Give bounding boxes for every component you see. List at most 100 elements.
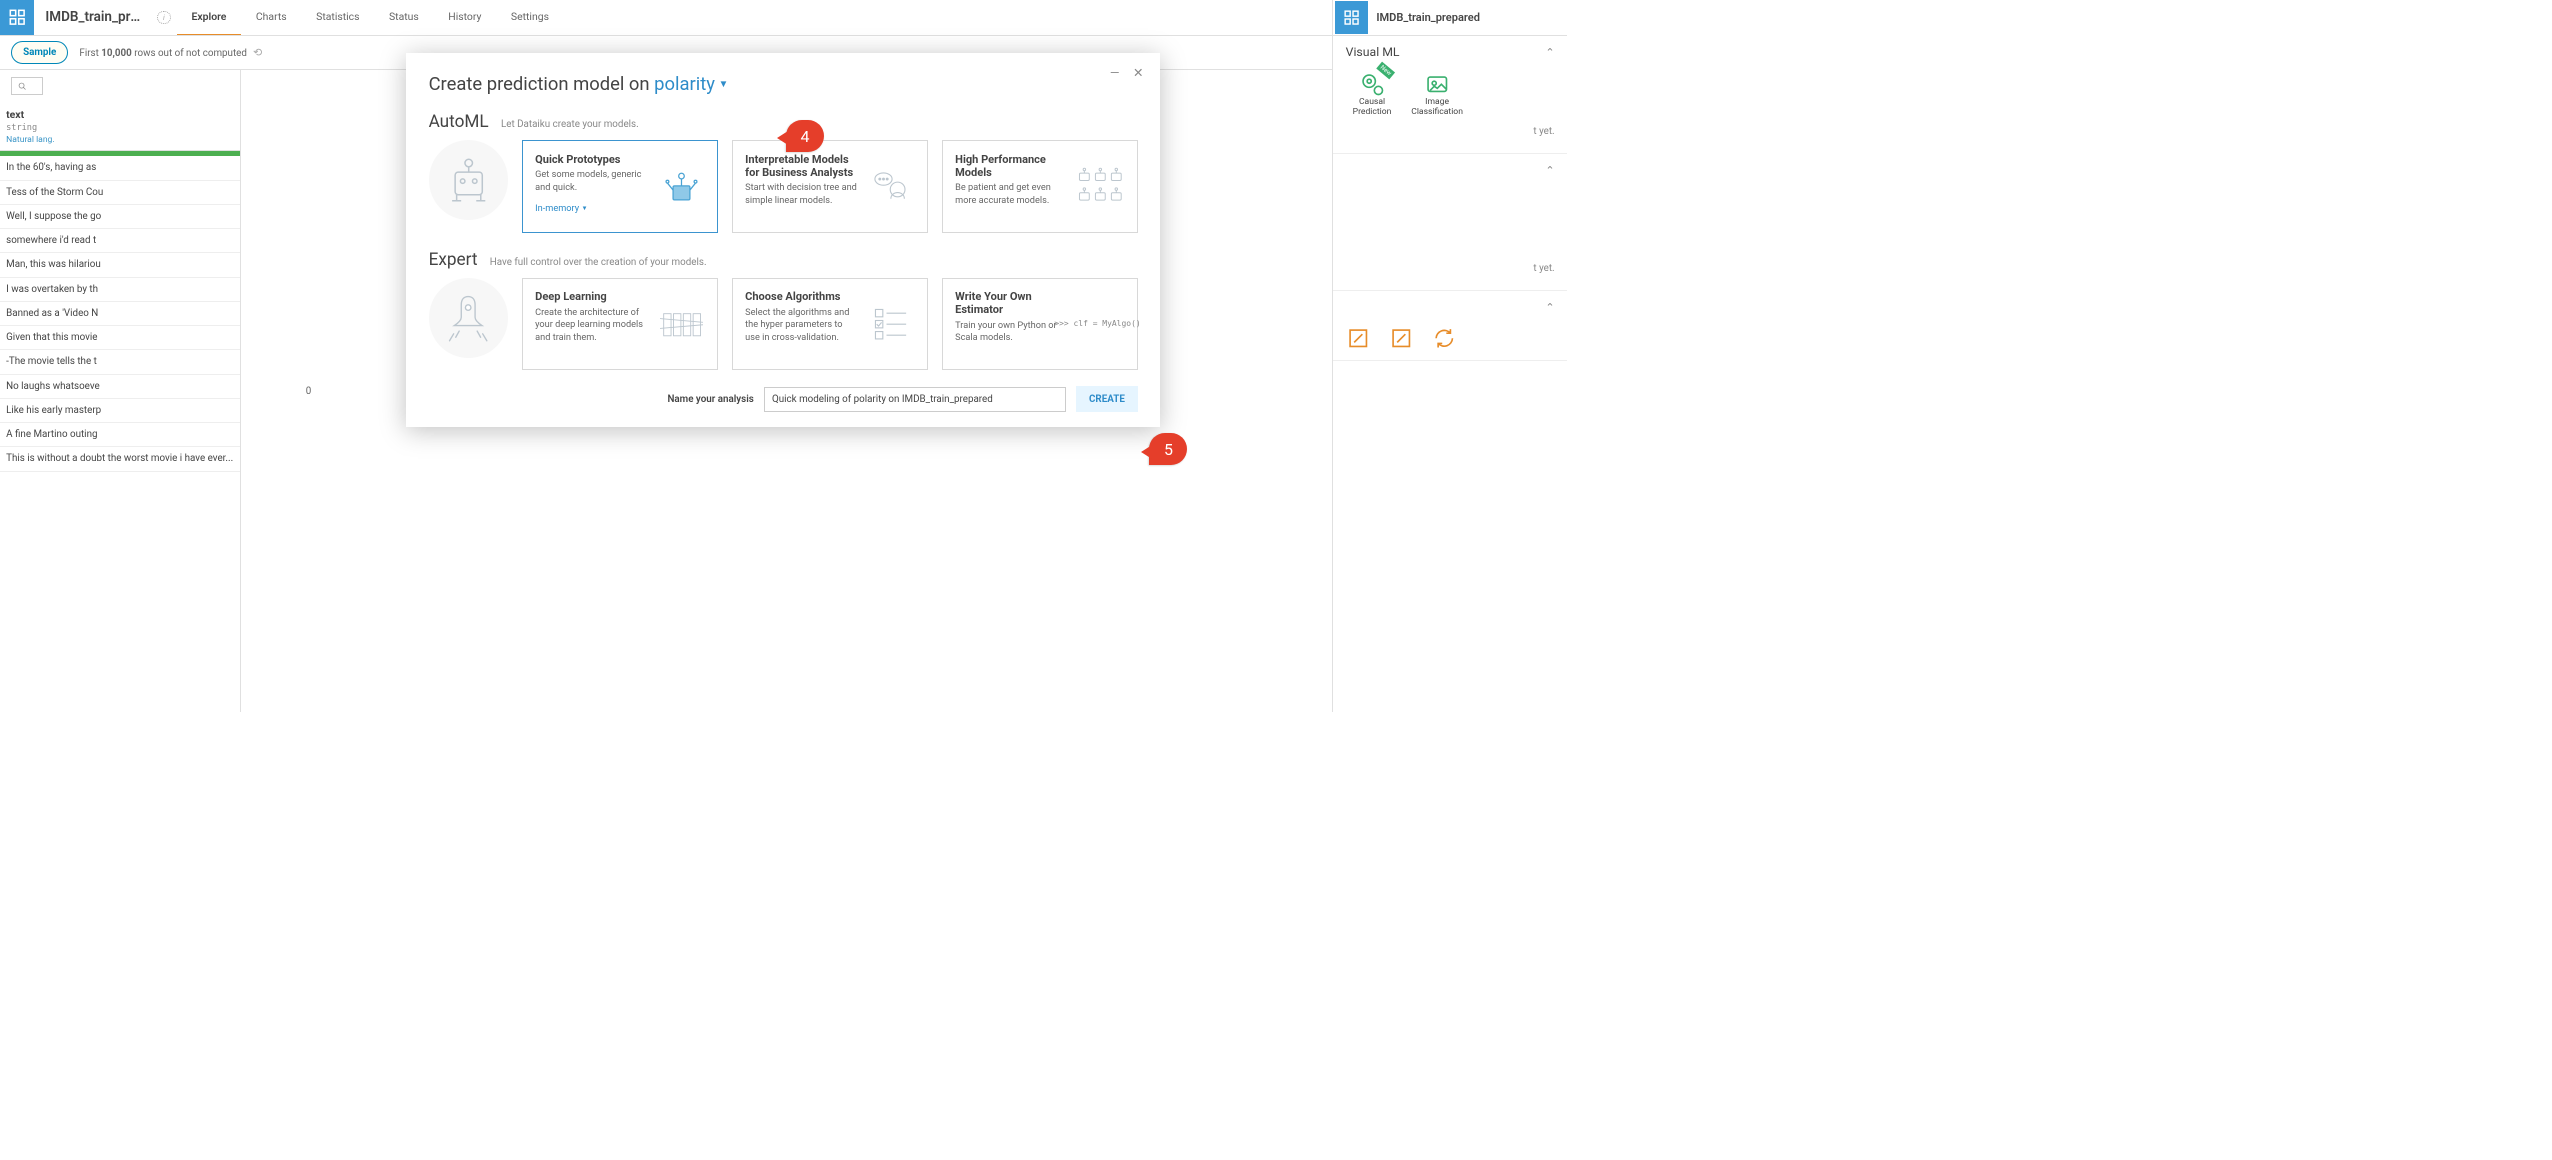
tab-statistics[interactable]: Statistics [301,0,374,35]
data-column: text string Natural lang. In the 60's, h… [0,70,241,712]
rp-empty-text: t yet. [1346,120,1555,143]
name-row: Name your analysis CREATE [429,386,1139,412]
column-semantic: Natural lang. [6,133,233,145]
sample-button[interactable]: Sample [11,41,68,64]
expert-section-head: Expert Have full control over the creati… [429,250,1139,270]
card-interpretable-models[interactable]: Interpretable Models for Business Analys… [732,140,929,232]
sample-info: First 10,000 rows out of not computed ⟲ [79,46,262,59]
expert-heading: Expert [429,250,478,270]
card-title: Deep Learning [535,290,648,303]
card-high-performance[interactable]: High Performance Models Be patient and g… [942,140,1139,232]
analysis-name-input[interactable] [764,387,1066,412]
checklist-icon [867,290,915,358]
layers-icon [657,290,705,358]
data-row[interactable]: A fine Martino outing [0,423,240,447]
card-title: High Performance Models [955,153,1068,179]
rp-tile-causal[interactable]: New Causal Prediction [1346,70,1399,117]
target-variable-dropdown[interactable]: polarity▼ [654,74,728,95]
create-prediction-modal: — ✕ Create prediction model on polarity▼… [406,53,1160,427]
card-title: Choose Algorithms [745,290,858,303]
data-row[interactable]: Given that this movie [0,326,240,350]
card-desc: Be patient and get even more accurate mo… [955,182,1068,207]
card-choose-algorithms[interactable]: Choose Algorithms Select the algorithms … [732,278,929,370]
data-row[interactable]: -The movie tells the t [0,350,240,374]
rp-empty-text: t yet. [1346,177,1555,280]
card-desc: Select the algorithms and the hyper para… [745,307,858,344]
rp-section-title: Visual ML [1346,45,1400,59]
rp-tile-imageclass[interactable]: Image Classification [1411,70,1464,117]
caret-down-icon: ▼ [719,79,729,90]
rp-section-3: ⌃ [1333,291,1567,361]
card-deep-learning[interactable]: Deep Learning Create the architecture of… [522,278,719,370]
right-panel-title: IMDB_train_prepared [1376,11,1480,24]
card-title: Interpretable Models for Business Analys… [745,153,858,179]
edit-icon[interactable] [1346,326,1371,351]
image-icon [1424,70,1451,97]
tab-charts[interactable]: Charts [241,0,301,35]
data-row[interactable]: No laughs whatsoeve [0,375,240,399]
tab-explore[interactable]: Explore [177,0,241,35]
info-icon[interactable]: i [157,11,171,25]
sync-icon[interactable] [1432,326,1457,351]
expert-row-icon [429,278,509,358]
automl-subheading: Let Dataiku create your models. [501,119,639,130]
analyst-icon [867,153,915,221]
automl-heading: AutoML [429,112,489,132]
name-label: Name your analysis [667,394,753,405]
robot-icon [657,153,705,221]
card-title: Write Your Own Estimator [955,290,1061,316]
center-value: 0 [306,386,312,397]
tab-settings[interactable]: Settings [496,0,564,35]
data-row[interactable]: Banned as a 'Video N [0,302,240,326]
column-type: string [6,121,233,133]
dataset-icon [1335,1,1368,34]
expert-subheading: Have full control over the creation of y… [490,257,707,268]
caret-down-icon: ▼ [582,205,588,212]
callout-5: 5 [1149,433,1187,465]
chevron-up-icon[interactable]: ⌃ [1545,164,1554,177]
dataset-title[interactable]: IMDB_train_pre... [34,9,157,25]
card-write-estimator[interactable]: Write Your Own Estimator Train your own … [942,278,1139,370]
edit-icon[interactable] [1389,326,1414,351]
tab-history[interactable]: History [434,0,497,35]
rp-section-2: ⌃ t yet. [1333,154,1567,291]
robots-grid-icon [1077,153,1125,221]
card-quick-prototypes[interactable]: Quick Prototypes Get some models, generi… [522,140,719,232]
modal-title: Create prediction model on polarity▼ [429,74,1139,95]
tabs: Explore Charts Statistics Status History… [177,0,564,35]
right-panel: IMDB_train_prepared Visual ML ⌃ New Causa… [1332,0,1567,712]
card-desc: Train your own Python or Scala models. [955,320,1061,345]
close-icon[interactable]: ✕ [1133,66,1143,80]
rp-section-visualml: Visual ML ⌃ New Causal Prediction Image C… [1333,36,1567,154]
code-snippet: >>> clf = MyAlgo() [1070,290,1125,358]
card-title: Quick Prototypes [535,153,648,166]
data-row[interactable]: This is without a doubt the worst movie … [0,447,240,471]
search-input[interactable] [11,77,43,95]
column-name: text [6,108,233,121]
data-row[interactable]: somewhere i'd read t [0,229,240,253]
create-button[interactable]: CREATE [1076,386,1139,412]
tab-status[interactable]: Status [374,0,433,35]
data-row[interactable]: Well, I suppose the go [0,205,240,229]
dataset-icon [0,0,34,35]
minimize-icon[interactable]: — [1110,66,1120,80]
engine-dropdown[interactable]: In-memory ▼ [535,203,587,214]
data-row[interactable]: Man, this was hilariou [0,253,240,277]
target-icon: New [1359,70,1386,97]
data-row[interactable]: In the 60's, having as [0,156,240,180]
data-row[interactable]: Like his early masterp [0,399,240,423]
automl-section-head: AutoML Let Dataiku create your models. [429,112,1139,132]
data-row[interactable]: I was overtaken by th [0,278,240,302]
right-panel-header: IMDB_train_prepared [1333,0,1567,36]
data-row[interactable]: Tess of the Storm Cou [0,181,240,205]
card-desc: Create the architecture of your deep lea… [535,307,648,344]
refresh-icon[interactable]: ⟲ [253,46,262,59]
card-desc: Get some models, generic and quick. [535,169,648,194]
data-rows: In the 60's, having as Tess of the Storm… [0,156,240,471]
chevron-up-icon[interactable]: ⌃ [1545,46,1554,59]
chevron-up-icon[interactable]: ⌃ [1545,301,1554,314]
column-header[interactable]: text string Natural lang. [0,103,240,152]
card-desc: Start with decision tree and simple line… [745,182,858,207]
callout-4: 4 [786,120,824,152]
automl-row-icon [429,140,509,220]
